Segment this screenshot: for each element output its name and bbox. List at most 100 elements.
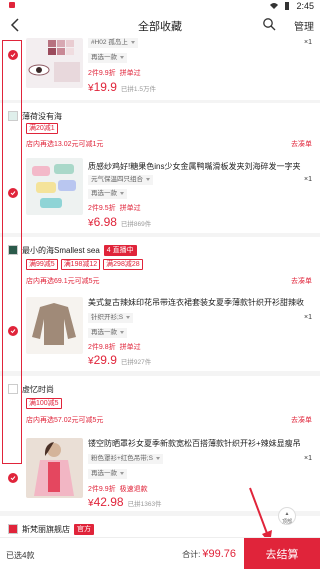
quantity[interactable]: ×1 [304, 176, 312, 183]
price: ¥42.98 [88, 495, 124, 509]
coupon-tags: 满100减5 [26, 398, 62, 409]
shop-name: 虚忆时尚 [22, 384, 54, 394]
deal-info: 2件9.9折 拼单过 [88, 70, 141, 77]
promo-row: 店内再选69.1元可减5元 去凑单 [26, 276, 312, 286]
checkmark-icon [10, 191, 16, 196]
item-checkbox[interactable] [8, 50, 18, 60]
shop-logo-icon [8, 111, 18, 121]
add-on-button[interactable]: 去凑单 [291, 415, 312, 425]
promo-text: 店内再选57.02元可减5元 [26, 417, 104, 424]
sku-selector[interactable]: 粉色罩衫+红色吊带;S [88, 454, 163, 464]
nav-bar: 全部收藏 管理 [0, 12, 320, 38]
sold-count: 已拼869件 [120, 221, 152, 228]
checkmark-icon [10, 329, 16, 334]
coupon-tag: 满198减12 [60, 259, 101, 270]
search-icon[interactable] [262, 17, 276, 31]
checkout-button[interactable]: 去结算 [244, 538, 320, 569]
quantity[interactable]: ×1 [304, 314, 312, 321]
checkmark-icon [10, 476, 16, 481]
bottom-bar: 已选4款 合计: ¥99.76 去结算 [0, 537, 320, 569]
sku-selector[interactable]: #H02 孤岛上 [88, 38, 138, 48]
alt-selector[interactable]: 再选一款 [88, 469, 127, 479]
status-bar: 2:45 [0, 0, 320, 12]
app-notification-icon [9, 2, 15, 8]
quantity[interactable]: ×1 [304, 455, 312, 462]
price: ¥19.9 [88, 80, 117, 94]
product-title[interactable]: 质感纱鸡好!糖果色ins少女金属鸭嘴滑板发夹刘海碎发一字夹 [88, 161, 312, 172]
add-on-button[interactable]: 去凑单 [291, 139, 312, 149]
add-on-button[interactable]: 去凑单 [291, 276, 312, 286]
manage-button[interactable]: 管理 [294, 18, 314, 33]
product-image[interactable] [26, 38, 83, 88]
alt-selector[interactable]: 再选一款 [88, 189, 127, 199]
alt-selector[interactable]: 再选一款 [88, 328, 127, 338]
promo-text: 店内再选69.1元可减5元 [26, 278, 100, 285]
coupon-tag: 满100减5 [26, 398, 62, 409]
item-checkbox[interactable] [8, 326, 18, 336]
coupon-tag: 满99减5 [26, 259, 58, 270]
promo-row: 店内再选13.02元可减1元 去凑单 [26, 139, 312, 149]
deal-info: 2件9.9折 极速退款 [88, 486, 148, 493]
shop-card: 薄荷没有海 满20减1 店内再选13.02元可减1元 去凑单 质感纱鸡好!糖果色… [0, 103, 320, 233]
sold-count: 已拼927件 [120, 359, 152, 366]
shop-logo-icon [8, 524, 18, 534]
total-label: 合计: [182, 550, 201, 559]
shop-name: 斯梵丽旗舰店 [22, 524, 70, 534]
favorites-list: #H02 孤岛上 ×1 再选一款 2件9.9折 拼单过 ¥19.9 已拼1.5万件… [0, 38, 320, 544]
sold-count: 已拼1363件 [127, 501, 162, 508]
price-row: ¥6.98 已拼869件 [88, 215, 151, 229]
promo-text: 店内再选13.02元可减1元 [26, 141, 104, 148]
item-checkbox[interactable] [8, 473, 18, 483]
total-amount: ¥99.76 [202, 548, 236, 560]
status-left [8, 1, 16, 9]
product-title[interactable]: 镂空防晒罩衫女夏季新款宽松百搭薄款针织开衫+辣妹显瘦吊 [88, 438, 312, 449]
shop-logo-icon [8, 384, 18, 394]
official-badge: 官方 [74, 523, 94, 535]
product-image[interactable] [26, 297, 83, 354]
item-checkbox[interactable] [8, 188, 18, 198]
coupon-tags: 满20减1 [26, 123, 58, 134]
deal-info: 2件9.5折 拼单过 [88, 205, 141, 212]
price-row: ¥19.9 已拼1.5万件 [88, 80, 156, 94]
wifi-icon [270, 3, 279, 9]
sku-selector[interactable]: 针织开衫;S [88, 313, 134, 323]
price: ¥29.9 [88, 353, 117, 367]
product-image[interactable] [26, 158, 83, 215]
shop-header[interactable]: 最小的海Smallest sea 4 直播中 [8, 243, 137, 257]
checkmark-icon [10, 53, 16, 58]
quantity[interactable]: ×1 [304, 39, 312, 46]
scroll-top-button[interactable]: ▲ 顶部 [278, 507, 296, 525]
coupon-tags: 满99减5 满198减12 满298减28 [26, 259, 143, 270]
eyeshadow-palette-image [26, 38, 83, 88]
deal-info: 2件9.8折 拼单过 [88, 344, 141, 351]
shop-name: 薄荷没有海 [22, 111, 62, 121]
status-time: 2:45 [296, 1, 314, 11]
shop-header[interactable]: 虚忆时尚 [8, 382, 54, 396]
arrow-up-icon: ▲ [284, 511, 290, 517]
total-price: 合计: ¥99.76 [182, 548, 236, 560]
model-photo-image [26, 438, 83, 498]
scroll-top-label: 顶部 [281, 519, 292, 525]
product-title[interactable]: 美式复古辣妹印花吊带连衣裙套装女夏季薄款针织开衫甜辣收 [88, 297, 312, 308]
sold-count: 已拼1.5万件 [120, 86, 156, 93]
price: ¥6.98 [88, 215, 117, 229]
product-card[interactable]: #H02 孤岛上 ×1 再选一款 2件9.9折 拼单过 ¥19.9 已拼1.5万件 [0, 38, 320, 100]
product-image[interactable] [26, 438, 83, 498]
coupon-tag: 满20减1 [26, 123, 58, 134]
alt-selector[interactable]: 再选一款 [88, 53, 127, 63]
shop-card: 最小的海Smallest sea 4 直播中 满99减5 满198减12 满29… [0, 237, 320, 371]
shop-header[interactable]: 薄荷没有海 [8, 109, 62, 123]
hair-clips-image [26, 158, 83, 215]
shop-header[interactable]: 斯梵丽旗舰店 官方 [8, 522, 94, 536]
coupon-tag: 满298减28 [103, 259, 143, 270]
shop-logo-icon [8, 245, 18, 255]
live-badge: 4 直播中 [103, 244, 137, 256]
cardigan-image [26, 297, 83, 354]
price-row: ¥29.9 已拼927件 [88, 353, 151, 367]
price-row: ¥42.98 已拼1363件 [88, 495, 162, 509]
status-right: 2:45 [270, 1, 314, 11]
selected-count: 已选4款 [6, 551, 35, 560]
sku-selector[interactable]: 元气保温四只组合 [88, 175, 153, 185]
promo-row: 店内再选57.02元可减5元 去凑单 [26, 415, 312, 425]
shop-name: 最小的海Smallest sea [22, 245, 100, 255]
